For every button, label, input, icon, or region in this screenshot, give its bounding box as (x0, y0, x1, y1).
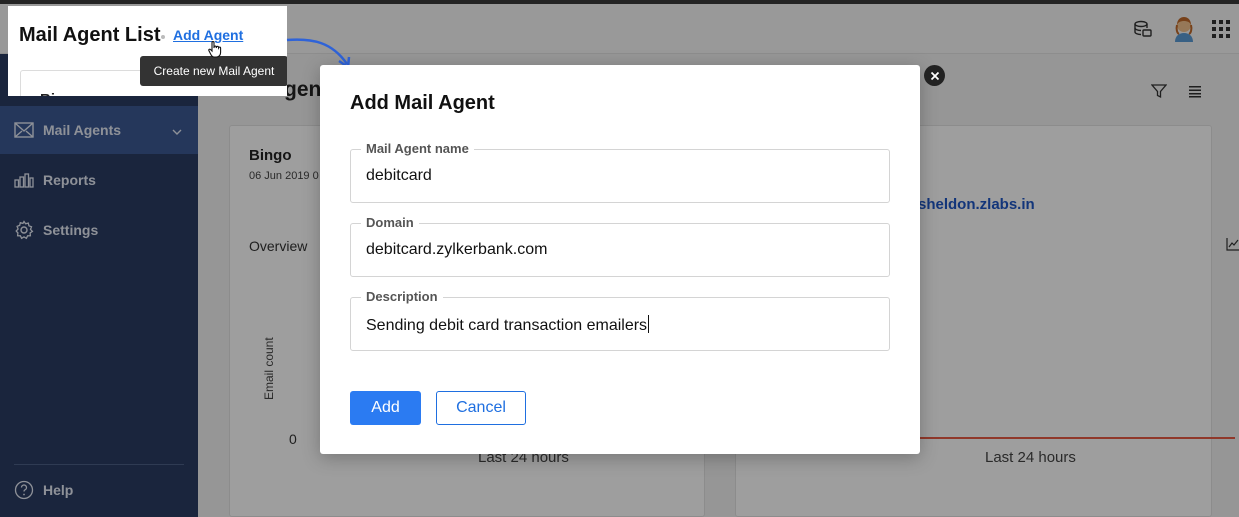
text-caret (648, 315, 650, 333)
domain-input[interactable]: debitcard.zylkerbank.com (366, 241, 547, 259)
field-label: Mail Agent name (361, 141, 474, 156)
add-button[interactable]: Add (350, 391, 421, 425)
agent-card-preview-text: Bi (40, 91, 55, 96)
mail-agent-name-field[interactable]: Mail Agent name debitcard (350, 141, 890, 203)
description-input-wrap[interactable]: Sending debit card transaction emailers (366, 315, 650, 335)
field-label: Domain (361, 215, 419, 230)
description-field[interactable]: Description Sending debit card transacti… (350, 289, 890, 351)
cancel-button[interactable]: Cancel (436, 391, 526, 425)
header-callout: Mail Agent List Add Agent Bi Create new … (8, 6, 287, 96)
mail-agent-name-input[interactable]: debitcard (366, 167, 432, 185)
description-input[interactable]: Sending debit card transaction emailers (366, 317, 647, 334)
hand-cursor-icon (208, 40, 222, 63)
dialog-title: Add Mail Agent (350, 92, 495, 114)
close-icon[interactable] (924, 65, 945, 86)
separator-dot (161, 35, 165, 39)
field-label: Description (361, 289, 443, 304)
add-mail-agent-dialog: Add Mail Agent Mail Agent name debitcard… (320, 65, 920, 454)
page-title: Mail Agent List (19, 24, 161, 46)
domain-field[interactable]: Domain debitcard.zylkerbank.com (350, 215, 890, 277)
